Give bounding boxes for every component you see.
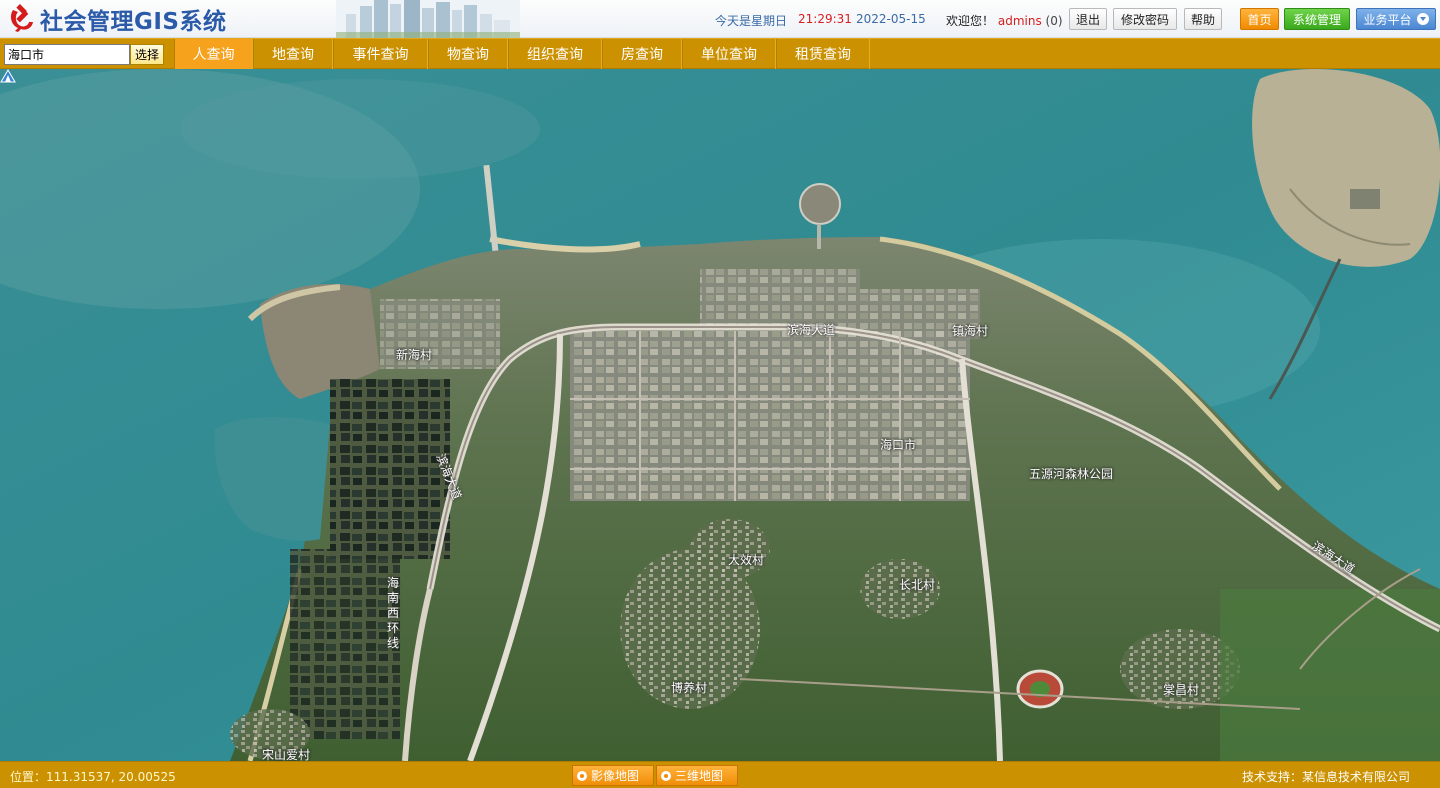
party-emblem-icon [10, 4, 33, 32]
clock-time: 21:29:31 [798, 12, 852, 26]
logout-button[interactable]: 退出 [1069, 8, 1107, 30]
app-title: 社会管理GIS系统 [40, 9, 227, 35]
park-icon[interactable] [0, 69, 16, 83]
weekday-text: 今天是星期日 [715, 14, 788, 28]
skyline-decoration [336, 0, 520, 38]
app-logo: 社会管理GIS系统 [6, 3, 227, 35]
tab-person-query[interactable]: 人查询 [174, 39, 253, 69]
radio-icon [577, 770, 587, 781]
position-coordinates: 111.31537, 20.00525 [46, 770, 176, 784]
chevron-down-icon [1416, 13, 1429, 25]
tab-object-query[interactable]: 物查询 [428, 39, 508, 69]
message-count[interactable]: (0) [1046, 14, 1063, 28]
image-map-button[interactable]: 影像地图 [572, 765, 654, 786]
3d-map-label: 三维地图 [675, 769, 724, 783]
query-tabs: 人查询 地查询 事件查询 物查询 组织查询 房查询 单位查询 租赁查询 [174, 39, 870, 69]
road-label-hainan-west-ring: 海南西环线 [386, 576, 399, 650]
welcome-text: 欢迎您！ admins (0) [946, 12, 1063, 29]
tab-unit-query[interactable]: 单位查询 [682, 39, 776, 69]
username[interactable]: admins [998, 14, 1042, 28]
place-label-dazhi: 大效村 [728, 553, 765, 567]
place-label-tangchang: 棠昌村 [1163, 683, 1200, 697]
status-bar: 位置：111.31537, 20.00525 影像地图 三维地图 技术支持：某信… [0, 761, 1440, 788]
tab-event-query[interactable]: 事件查询 [333, 39, 428, 69]
cursor-position: 位置：111.31537, 20.00525 [10, 768, 176, 785]
clock-date: 2022-05-15 [856, 12, 926, 26]
place-label-jiehai: 镇海村 [952, 324, 989, 338]
place-label-wuyuan-park[interactable]: 五源河森林公园 [1029, 465, 1113, 482]
tech-support-text: 技术支持：某信息技术有限公司 [1241, 770, 1410, 784]
radio-icon [661, 770, 671, 781]
tab-rental-query[interactable]: 租赁查询 [776, 39, 870, 69]
position-label: 位置： [10, 770, 47, 784]
3d-map-button[interactable]: 三维地图 [656, 765, 738, 786]
city-select-button[interactable]: 选择 [130, 44, 164, 65]
help-button[interactable]: 帮助 [1184, 8, 1222, 30]
image-map-label: 影像地图 [591, 769, 640, 783]
satellite-map[interactable]: 新海村 镇海村 海口市 五源河森林公园 大效村 长北村 博养村 棠昌村 宋山爱村… [0, 69, 1440, 761]
change-password-button[interactable]: 修改密码 [1113, 8, 1177, 30]
business-platform-button[interactable]: 业务平台 [1356, 8, 1436, 30]
place-label-boyang: 博养村 [671, 681, 708, 695]
header-bar: 社会管理GIS系统 今天是星期日 21:29:31 2022-05-15 欢迎您… [0, 0, 1440, 38]
city-input[interactable] [4, 44, 130, 65]
map-canvas[interactable] [0, 69, 1440, 761]
home-button[interactable]: 首页 [1240, 8, 1279, 30]
road-label-binhai-top: 滨海大道 [787, 323, 836, 337]
place-label-songshan: 宋山爱村 [262, 748, 311, 761]
place-label-haikou: 海口市 [880, 438, 917, 452]
welcome-prefix: 欢迎您！ [946, 14, 995, 28]
tab-organization-query[interactable]: 组织查询 [508, 39, 602, 69]
place-label-changbei: 长北村 [899, 578, 936, 592]
nav-bar: 选择 人查询 地查询 事件查询 物查询 组织查询 房查询 单位查询 租赁查询 [0, 38, 1440, 69]
system-management-button[interactable]: 系统管理 [1284, 8, 1350, 30]
tab-house-query[interactable]: 房查询 [602, 39, 682, 69]
place-label-xinhai: 新海村 [396, 348, 433, 362]
business-platform-label: 业务平台 [1363, 12, 1412, 27]
tab-land-query[interactable]: 地查询 [253, 39, 333, 69]
